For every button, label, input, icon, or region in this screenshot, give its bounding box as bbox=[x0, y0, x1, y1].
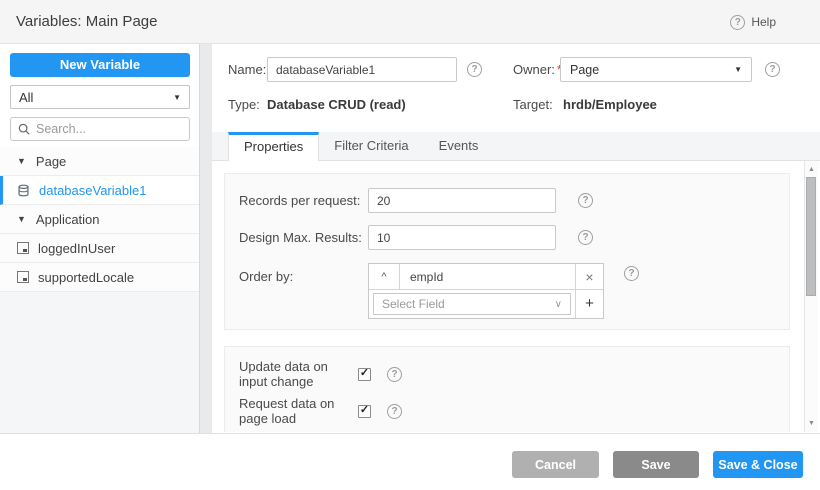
save-button[interactable]: Save bbox=[613, 451, 699, 478]
cancel-button[interactable]: Cancel bbox=[512, 451, 599, 478]
caret-down-icon: ▼ bbox=[734, 65, 742, 74]
data-settings-panel: Records per request: ? Design Max. Resul… bbox=[224, 173, 790, 330]
records-help-icon[interactable]: ? bbox=[578, 193, 593, 208]
scroll-down-icon[interactable]: ▼ bbox=[805, 420, 818, 427]
order-by-widget: ^ empId × Select Field ∨ + bbox=[368, 263, 604, 319]
scroll-up-icon[interactable]: ▲ bbox=[805, 166, 818, 173]
tree-item-label: databaseVariable1 bbox=[39, 183, 146, 198]
tree-group-page[interactable]: ▼ Page bbox=[0, 147, 199, 176]
search-icon bbox=[18, 123, 30, 135]
tab-properties[interactable]: Properties bbox=[228, 132, 319, 161]
select-field-dropdown[interactable]: Select Field ∨ bbox=[373, 293, 571, 315]
name-input[interactable] bbox=[267, 57, 457, 82]
variable-filter-select[interactable]: All ▼ bbox=[10, 85, 190, 109]
variables-tree: ▼ Page databaseVariable1 ▼ Application bbox=[0, 147, 199, 292]
design-max-results-row: Design Max. Results: ? bbox=[239, 225, 779, 250]
sort-direction-toggle[interactable]: ^ bbox=[369, 264, 400, 289]
tree-item-loggedinuser[interactable]: loggedInUser bbox=[0, 234, 199, 263]
owner-help-icon[interactable]: ? bbox=[765, 62, 780, 77]
variable-filter-value: All bbox=[19, 90, 33, 105]
static-variable-icon bbox=[17, 271, 29, 283]
request-on-page-load-checkbox[interactable]: ✓ bbox=[358, 405, 371, 418]
design-help-icon[interactable]: ? bbox=[578, 230, 593, 245]
tree-item-label: Page bbox=[36, 154, 66, 169]
static-variable-icon bbox=[17, 242, 29, 254]
tree-item-label: loggedInUser bbox=[38, 241, 115, 256]
target-label: Target: bbox=[513, 97, 553, 112]
records-per-request-input[interactable] bbox=[368, 188, 556, 213]
owner-value: Page bbox=[570, 63, 599, 77]
owner-label: Owner:* bbox=[513, 57, 562, 83]
chevron-down-icon: ∨ bbox=[555, 299, 562, 310]
caret-down-icon: ▼ bbox=[173, 93, 181, 102]
caret-down-icon: ▼ bbox=[17, 156, 26, 166]
variable-search bbox=[10, 117, 190, 141]
tree-item-databasevariable1[interactable]: databaseVariable1 bbox=[0, 176, 199, 205]
select-field-placeholder: Select Field bbox=[382, 297, 445, 311]
tab-events[interactable]: Events bbox=[424, 132, 494, 161]
type-target-row: Type: Database CRUD (read) Target: hrdb/… bbox=[212, 97, 820, 117]
variables-dialog: Variables: Main Page ? Help New Variable… bbox=[0, 0, 820, 490]
search-input[interactable] bbox=[36, 122, 176, 136]
behavior-panel: Update data on input change ✓ ? Request … bbox=[224, 346, 790, 432]
add-field-button[interactable]: + bbox=[575, 290, 603, 318]
scrollbar-thumb[interactable] bbox=[806, 177, 816, 296]
remove-field-button[interactable]: × bbox=[575, 264, 603, 289]
tree-item-label: Application bbox=[36, 212, 100, 227]
update-help-icon[interactable]: ? bbox=[387, 367, 402, 382]
order-by-field: empId bbox=[400, 264, 575, 289]
order-by-add-row: Select Field ∨ + bbox=[369, 290, 603, 318]
content-scrollbar[interactable]: ▲ ▼ bbox=[804, 161, 818, 432]
type-value: Database CRUD (read) bbox=[267, 97, 406, 112]
tab-filter-criteria[interactable]: Filter Criteria bbox=[319, 132, 423, 161]
type-label: Type: bbox=[228, 97, 260, 112]
new-variable-button[interactable]: New Variable bbox=[10, 53, 190, 77]
request-on-page-load-row: Request data on page load ✓ ? bbox=[239, 403, 759, 419]
update-on-input-change-label: Update data on input change bbox=[239, 359, 358, 389]
target-value: hrdb/Employee bbox=[563, 97, 657, 112]
variable-editor: Name:* ? Owner:* Page ▼ ? Type: Database… bbox=[212, 44, 820, 432]
help-icon: ? bbox=[730, 15, 745, 30]
name-help-icon[interactable]: ? bbox=[467, 62, 482, 77]
caret-down-icon: ▼ bbox=[17, 214, 26, 224]
design-max-results-label: Design Max. Results: bbox=[239, 225, 362, 250]
sidebar-empty-area bbox=[0, 292, 199, 433]
editor-tabs: Properties Filter Criteria Events bbox=[212, 132, 820, 161]
update-on-input-change-checkbox[interactable]: ✓ bbox=[358, 368, 371, 381]
database-variable-icon bbox=[17, 184, 30, 197]
help-link[interactable]: ? Help bbox=[730, 0, 776, 44]
update-on-input-change-row: Update data on input change ✓ ? bbox=[239, 366, 759, 382]
request-on-page-load-label: Request data on page load bbox=[239, 396, 358, 426]
request-help-icon[interactable]: ? bbox=[387, 404, 402, 419]
page-title: Variables: Main Page bbox=[16, 13, 157, 30]
order-by-help-icon[interactable]: ? bbox=[624, 266, 639, 281]
tree-item-label: supportedLocale bbox=[38, 270, 134, 285]
save-and-close-button[interactable]: Save & Close bbox=[713, 451, 803, 478]
dialog-footer: Cancel Save Save & Close bbox=[0, 433, 820, 490]
order-by-label: Order by: bbox=[239, 263, 293, 290]
check-icon: ✓ bbox=[360, 405, 369, 416]
check-icon: ✓ bbox=[360, 368, 369, 379]
design-max-results-input[interactable] bbox=[368, 225, 556, 250]
owner-select[interactable]: Page ▼ bbox=[560, 57, 752, 82]
order-by-entry: ^ empId × bbox=[369, 264, 603, 290]
dialog-header: Variables: Main Page ? Help bbox=[0, 0, 820, 44]
panel-divider bbox=[200, 44, 212, 433]
help-label: Help bbox=[751, 15, 776, 29]
properties-tab-content: Records per request: ? Design Max. Resul… bbox=[212, 161, 820, 432]
variables-sidebar: New Variable All ▼ ▼ Page bbox=[0, 44, 200, 433]
tree-group-application[interactable]: ▼ Application bbox=[0, 205, 199, 234]
name-owner-row: Name:* ? Owner:* Page ▼ ? bbox=[212, 57, 820, 83]
records-per-request-row: Records per request: ? bbox=[239, 188, 779, 213]
tree-item-supportedlocale[interactable]: supportedLocale bbox=[0, 263, 199, 292]
records-per-request-label: Records per request: bbox=[239, 188, 360, 213]
